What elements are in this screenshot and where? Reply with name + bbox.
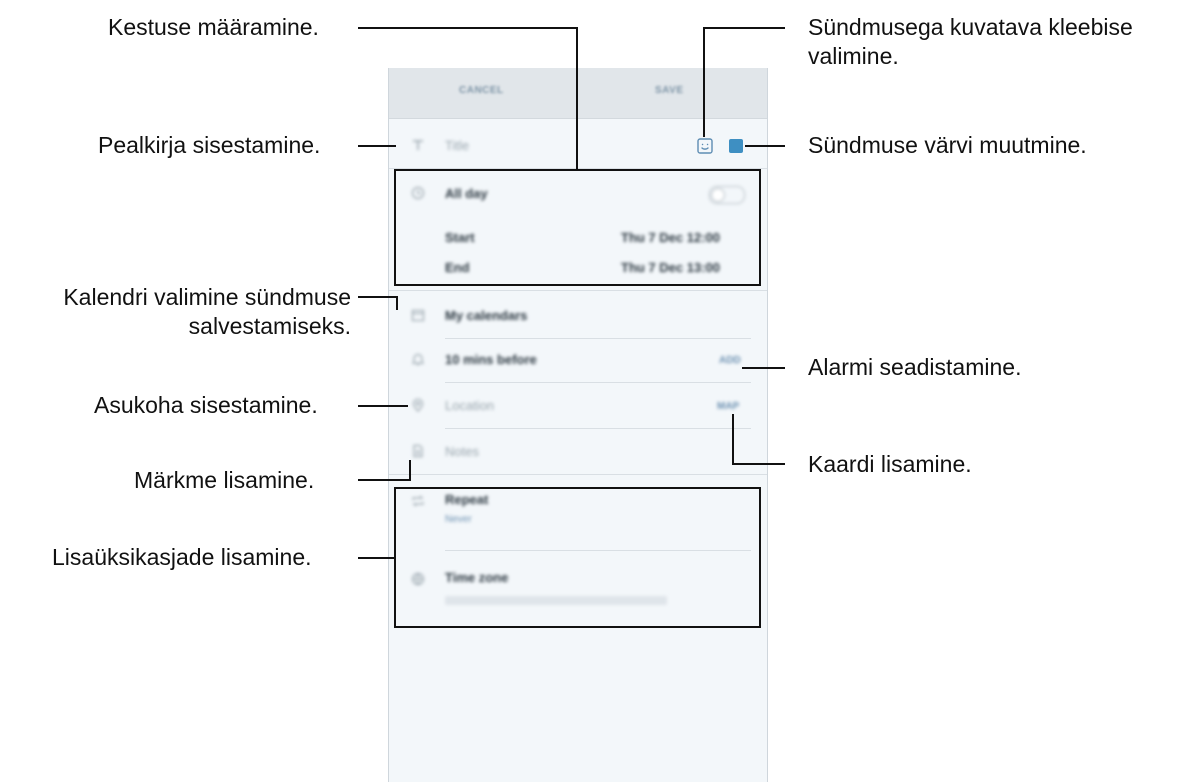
- bell-icon: [411, 353, 425, 366]
- alarm-add-button[interactable]: ADD: [719, 355, 741, 366]
- callout-calendar-2: salvestamiseks.: [188, 313, 351, 339]
- map-button[interactable]: MAP: [717, 401, 739, 412]
- callout-color: Sündmuse värvi muutmine.: [808, 132, 1087, 158]
- action-bar: CANCEL SAVE: [389, 68, 767, 119]
- title-input[interactable]: Title: [445, 138, 469, 153]
- cancel-button[interactable]: CANCEL: [459, 85, 504, 96]
- details-highlight: [394, 487, 761, 628]
- callout-sticker-1: Sündmusega kuvatava kleebise: [808, 14, 1133, 40]
- location-pin-icon: [412, 398, 424, 412]
- notes-input[interactable]: Notes: [445, 444, 479, 459]
- callout-sticker-2: valimine.: [808, 43, 899, 69]
- callout-map: Kaardi lisamine.: [808, 451, 972, 477]
- callout-location: Asukoha sisestamine.: [94, 392, 318, 418]
- callout-title: Pealkirja sisestamine.: [98, 132, 321, 158]
- callout-notes: Märkme lisamine.: [134, 467, 315, 493]
- calendar-icon: [411, 309, 425, 322]
- alarm-value[interactable]: 10 mins before: [445, 352, 537, 367]
- location-input[interactable]: Location: [445, 398, 494, 413]
- callout-alarm: Alarmi seadistamine.: [808, 354, 1022, 380]
- callout-calendar-1: Kalendri valimine sündmuse: [63, 284, 351, 310]
- calendar-select[interactable]: My calendars: [445, 308, 527, 323]
- duration-highlight: [394, 169, 761, 286]
- title-icon: [413, 140, 423, 150]
- sticker-icon[interactable]: [696, 137, 714, 155]
- callout-extra: Lisaüksikasjade lisamine.: [52, 544, 312, 570]
- save-button[interactable]: SAVE: [655, 85, 684, 96]
- notes-icon: [413, 444, 423, 458]
- event-color-swatch[interactable]: [729, 139, 743, 153]
- callout-duration: Kestuse määramine.: [108, 14, 319, 40]
